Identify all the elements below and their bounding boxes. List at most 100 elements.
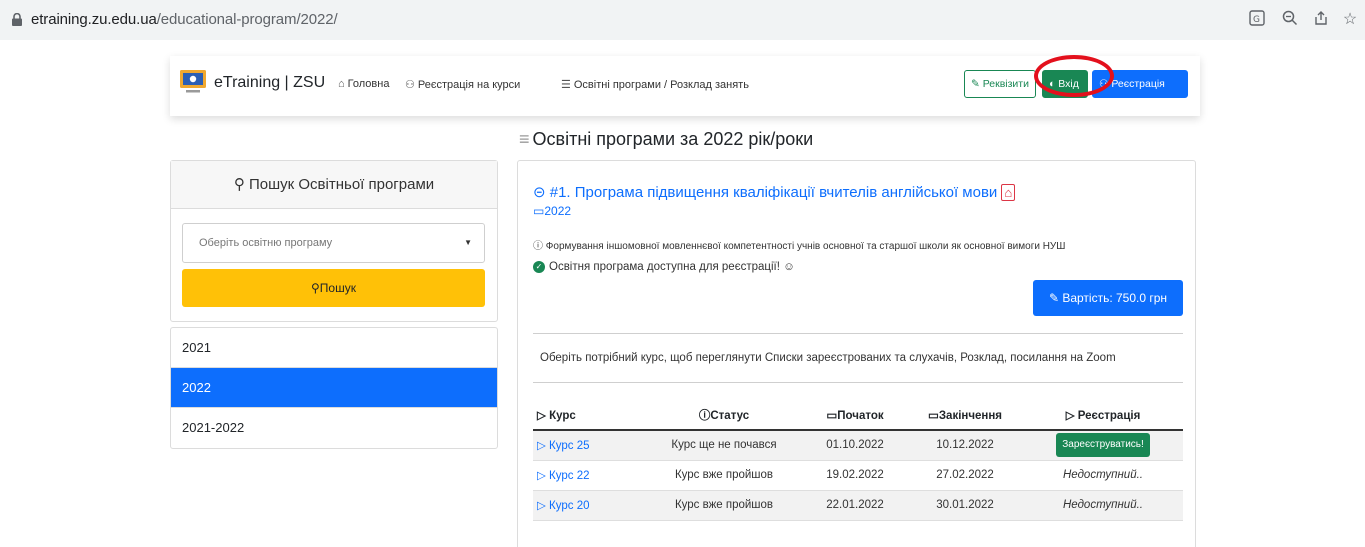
registration-cell: Недоступний.. — [1023, 460, 1183, 491]
info-icon: ⓘ — [533, 241, 543, 252]
col-status: ⓘСтатус — [645, 401, 803, 431]
col-end-label: Закінчення — [938, 410, 1003, 422]
divider — [533, 382, 1183, 383]
register-course-button[interactable]: Зареєструватись! — [1056, 433, 1150, 458]
program-card: ⊝ #1. Програма підвищення кваліфікації в… — [517, 160, 1196, 547]
zoom-icon[interactable] — [1280, 10, 1300, 30]
rekvizyty-button[interactable]: ✎ Реквізити — [964, 70, 1036, 98]
highlight-circle — [1034, 55, 1114, 97]
url-domain: etraining.zu.edu.ua — [31, 11, 157, 28]
program-select[interactable]: Оберіть освітню програму ▼ — [182, 223, 485, 263]
browser-address-bar: etraining.zu.edu.ua/educational-program/… — [0, 0, 1365, 40]
program-description: ⓘ Формування іншомовної мовленнєвої комп… — [533, 237, 1065, 252]
program-select-value: Оберіть освітню програму — [199, 237, 333, 249]
nav-course-registration[interactable]: ⚇ Реєстрація на курси — [405, 78, 520, 91]
smile-icon: ☺ — [783, 261, 795, 274]
brand-name[interactable]: eTraining | ZSU — [214, 74, 325, 92]
arrow-circle-icon: ⊝ — [533, 184, 546, 201]
nav-course-reg-label: Реєстрація на курси — [417, 79, 521, 91]
search-card: ⚲ Пошук Освітньої програми Оберіть освіт… — [170, 160, 498, 322]
home-icon: ⌂ — [338, 78, 345, 90]
page-title-text: Освітні програми за 2022 рік/роки — [532, 129, 814, 149]
table-row: ▷ Курс 22 Курс вже пройшов 19.02.2022 27… — [533, 460, 1183, 491]
start-cell: 22.01.2022 — [803, 490, 907, 521]
availability-text: Освітня програма доступна для реєстрації… — [549, 261, 780, 274]
pdf-icon[interactable]: ⌂ — [1001, 184, 1016, 201]
search-card-heading: ⚲ Пошук Освітньої програми — [171, 161, 497, 209]
col-start: ▭Початок — [803, 401, 907, 431]
course-link[interactable]: ▷ Курс 22 — [537, 470, 590, 482]
end-cell: 30.01.2022 — [907, 490, 1023, 521]
course-name: Курс 20 — [549, 500, 590, 512]
courses-table: ▷ Курс ⓘСтатус ▭Початок ▭Закінчення ▷ Ре… — [533, 401, 1183, 521]
search-button[interactable]: ⚲Пошук — [182, 269, 485, 307]
nav-programs-label: Освітні програми / Розклад занять — [573, 79, 749, 91]
program-year: ▭2022 — [533, 204, 571, 218]
register-label: Реєстрація — [1111, 78, 1165, 90]
price-button[interactable]: ✎ Вартість: 750.0 грн — [1033, 280, 1183, 316]
col-course: ▷ Курс — [533, 401, 645, 431]
course-name: Курс 22 — [549, 470, 590, 482]
year-list: 2021 2022 2021-2022 — [170, 327, 498, 449]
course-name: Курс 25 — [549, 440, 590, 453]
status-cell: Курс ще не почався — [645, 430, 803, 461]
check-circle-icon: ✓ — [533, 261, 545, 273]
program-title-link[interactable]: ⊝ #1. Програма підвищення кваліфікації в… — [533, 183, 1016, 201]
status-cell: Курс вже пройшов — [645, 460, 803, 491]
nav-home[interactable]: ⌂ Головна — [338, 78, 389, 90]
lock-icon — [12, 13, 22, 26]
search-icon: ⚲ — [311, 281, 320, 295]
course-link[interactable]: ▷ Курс 25 — [537, 440, 590, 452]
col-registration: ▷ Реєстрація — [1023, 401, 1183, 431]
course-cell[interactable]: ▷ Курс 22 — [533, 460, 645, 491]
start-cell: 19.02.2022 — [803, 460, 907, 491]
course-cell[interactable]: ▷ Курс 25 — [533, 430, 645, 461]
program-availability: ✓ Освітня програма доступна для реєстраці… — [533, 261, 795, 273]
col-start-label: Початок — [837, 410, 884, 422]
search-heading-text: Пошук Освітньої програми — [249, 176, 435, 193]
unavailable-text: Недоступний.. — [1063, 469, 1143, 481]
program-description-text: Формування іншомовної мовленнєвої компет… — [545, 241, 1066, 252]
col-status-label: Статус — [710, 410, 750, 422]
course-cell[interactable]: ▷ Курс 20 — [533, 490, 645, 521]
menu-icon: ≡ — [519, 129, 530, 149]
status-cell: Курс вже пройшов — [645, 490, 803, 521]
start-cell: 01.10.2022 — [803, 430, 907, 461]
registration-cell: Недоступний.. — [1023, 490, 1183, 521]
svg-text:G: G — [1253, 15, 1260, 25]
unavailable-text: Недоступний.. — [1063, 499, 1143, 511]
year-item-2021[interactable]: 2021 — [171, 328, 497, 368]
table-row: ▷ Курс 20 Курс вже пройшов 22.01.2022 30… — [533, 490, 1183, 521]
bookmark-star-icon[interactable]: ☆ — [1340, 10, 1360, 30]
url-field[interactable]: etraining.zu.edu.ua/educational-program/… — [31, 11, 338, 28]
translate-icon[interactable]: G — [1247, 10, 1267, 30]
table-header-row: ▷ Курс ⓘСтатус ▭Початок ▭Закінчення ▷ Ре… — [533, 401, 1183, 431]
course-instruction: Оберіть потрібний курс, щоб переглянути … — [540, 352, 1116, 364]
search-button-label: Пошук — [319, 281, 356, 295]
tag-icon: ✎ — [1048, 291, 1059, 305]
calendar-icon: ▭ — [533, 204, 545, 218]
program-title-text: #1. Програма підвищення кваліфікації вчи… — [549, 184, 998, 201]
course-link[interactable]: ▷ Курс 20 — [537, 500, 590, 512]
tag-icon: ✎ — [971, 78, 980, 90]
calendar-icon: ▭ — [927, 410, 939, 422]
year-item-2022[interactable]: 2022 — [171, 368, 497, 408]
page-title: ≡ Освітні програми за 2022 рік/роки — [519, 129, 813, 150]
search-icon: ⚲ — [233, 176, 245, 193]
triangle-icon: ▷ — [1065, 410, 1075, 422]
table-row: ▷ Курс 25 Курс ще не почався 01.10.2022 … — [533, 430, 1183, 461]
col-registration-label: Реєстрація — [1077, 410, 1141, 422]
url-path: /educational-program/2022/ — [156, 11, 338, 28]
chevron-down-icon: ▼ — [464, 238, 472, 247]
year-item-2021-2022[interactable]: 2021-2022 — [171, 408, 497, 448]
program-year-text: 2022 — [544, 204, 572, 218]
col-course-label: Курс — [549, 410, 576, 422]
price-text: Вартість: 750.0 грн — [1062, 291, 1168, 305]
list-icon: ☰ — [561, 79, 571, 91]
end-cell: 27.02.2022 — [907, 460, 1023, 491]
logo[interactable] — [178, 66, 208, 96]
rekvizyty-label: Реквізити — [982, 78, 1029, 90]
nav-home-label: Головна — [347, 78, 390, 90]
nav-programs[interactable]: ☰ Освітні програми / Розклад занять — [561, 78, 749, 91]
share-icon[interactable] — [1311, 10, 1331, 30]
